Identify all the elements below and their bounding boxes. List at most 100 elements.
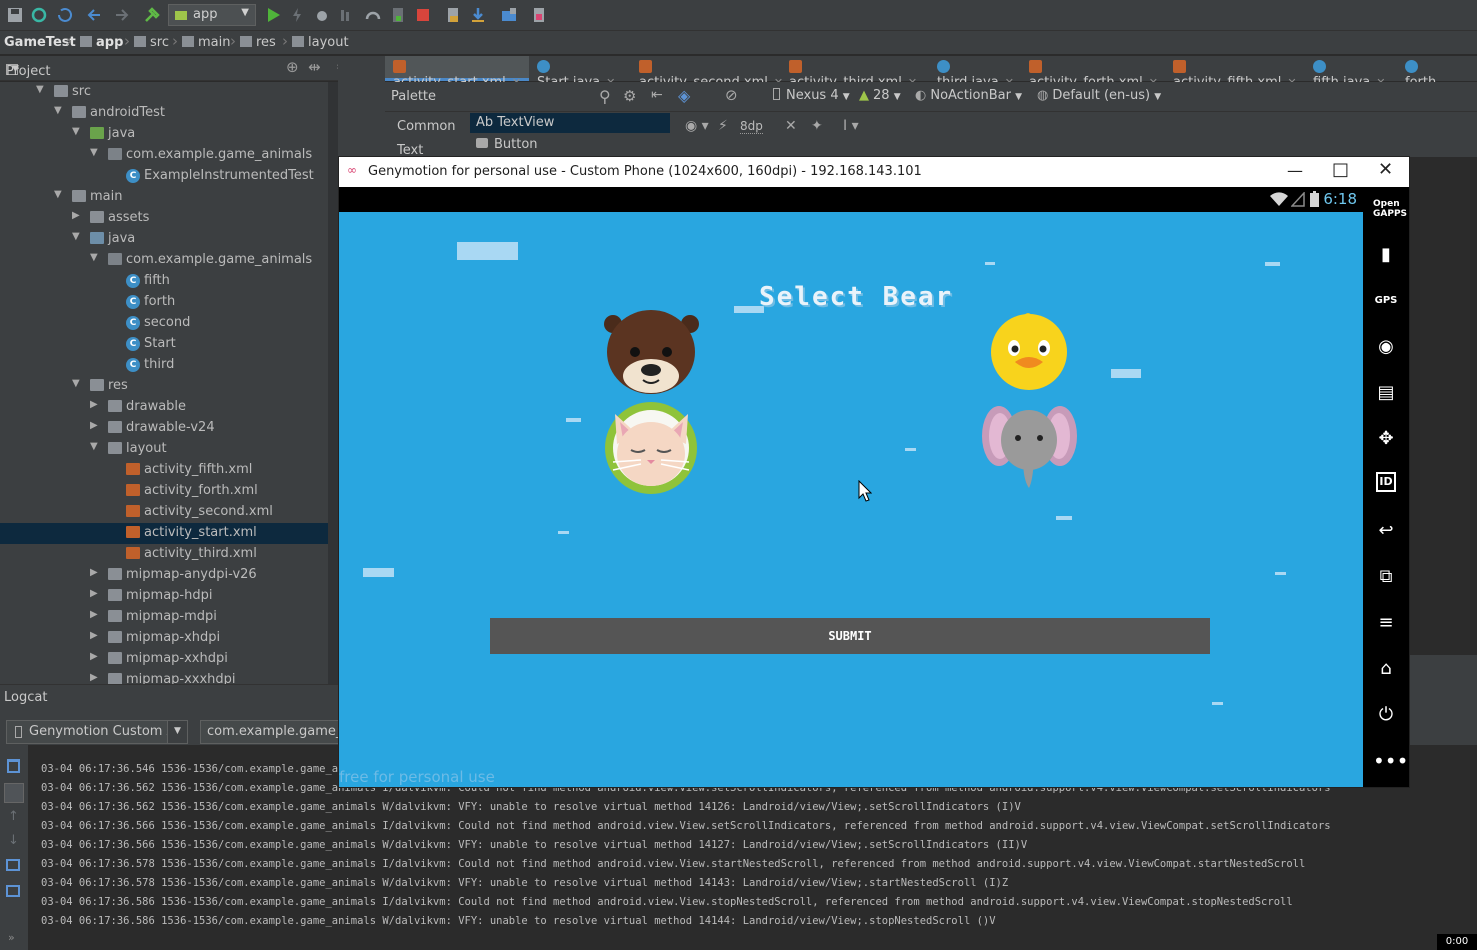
default-margin[interactable]: 8dp (740, 119, 763, 134)
maximize-icon[interactable]: □ (1332, 159, 1349, 180)
run-config-select[interactable]: app ▼ (168, 4, 256, 26)
battery-icon[interactable]: ▮ (1373, 242, 1399, 268)
expand-toggle-icon[interactable]: ▶ (90, 609, 98, 620)
expand-toggle-icon[interactable]: ▶ (90, 420, 98, 431)
build-hammer-icon[interactable] (143, 6, 161, 24)
debug-icon[interactable] (313, 6, 331, 24)
gear-icon[interactable]: ⚙ (623, 87, 636, 105)
expand-toggle-icon[interactable]: ▼ (90, 252, 98, 263)
api-level-select[interactable]: ▲ 28 ▼ (859, 88, 901, 103)
trash-icon[interactable] (7, 759, 20, 773)
back-icon[interactable]: ↩ (1373, 518, 1399, 544)
soft-wrap-icon[interactable] (4, 783, 24, 803)
tree-item[interactable]: Cfifth (0, 271, 328, 292)
duck-character[interactable] (988, 308, 1070, 390)
sdk-manager-icon[interactable] (469, 6, 487, 24)
attach-debugger-icon[interactable] (338, 6, 356, 24)
remote-control-move-icon[interactable]: ✥ (1373, 426, 1399, 452)
webcam-icon[interactable]: ◉ (1373, 334, 1399, 360)
logcat-device-select[interactable]: Genymotion Custom Ar ▼ (6, 720, 188, 744)
palette-category-text[interactable]: Text (397, 143, 423, 158)
expand-toggle-icon[interactable]: ▶ (90, 651, 98, 662)
breadcrumb-item-app[interactable]: app (80, 35, 123, 50)
expand-toggle-icon[interactable]: ▶ (90, 567, 98, 578)
attach-process-icon[interactable] (389, 6, 407, 24)
tree-item[interactable]: ▶ mipmap-xxhdpi (0, 649, 328, 670)
tree-item[interactable]: ▼ androidTest (0, 103, 328, 124)
expand-toggle-icon[interactable]: ▼ (90, 147, 98, 158)
menu-icon[interactable]: ≡ (1373, 610, 1399, 636)
expand-toggle-icon[interactable]: ▼ (54, 189, 62, 200)
expand-toggle-icon[interactable]: ▶ (72, 210, 80, 221)
tree-item[interactable]: Csecond (0, 313, 328, 334)
tree-item[interactable]: ▼ com.example.game_animals (0, 145, 328, 166)
tree-scrollbar[interactable] (328, 82, 338, 684)
capture-clapper-icon[interactable]: ▤ (1373, 380, 1399, 406)
guidelines-icon[interactable]: I ▾ (843, 118, 859, 134)
locate-file-icon[interactable]: ⊕ (286, 58, 299, 76)
orientation-icon[interactable]: ⊘ (725, 86, 738, 104)
tree-item[interactable]: activity_start.xml (0, 523, 328, 544)
editor-tab[interactable]: Start.java✕ (529, 56, 631, 90)
power-icon[interactable]: ⏻ (1373, 702, 1399, 728)
editor-tab[interactable]: activity_start.xml✕ (385, 56, 529, 90)
tree-item[interactable]: activity_second.xml (0, 502, 328, 523)
tree-item[interactable]: ▼ java (0, 124, 328, 145)
recent-apps-icon[interactable]: ⧉ (1373, 564, 1399, 590)
expand-toggle-icon[interactable]: ▼ (90, 441, 98, 452)
editor-tab[interactable]: third.java✕ (929, 56, 1021, 90)
stop-icon[interactable] (414, 6, 432, 24)
more-options-icon[interactable]: ••• (1373, 748, 1408, 774)
palette-item-textview[interactable]: Ab TextView (470, 113, 670, 133)
tree-item[interactable]: ▶ assets (0, 208, 328, 229)
editor-tab[interactable]: activity_second.xml✕ (631, 56, 783, 90)
refresh-icon[interactable] (56, 6, 74, 24)
expand-toggle-icon[interactable]: ▼ (54, 105, 62, 116)
breadcrumb-item-res[interactable]: res (240, 35, 276, 50)
scroll-down-icon[interactable]: ↓ (8, 833, 19, 848)
editor-tab[interactable]: fifth.java✕ (1305, 56, 1397, 90)
infer-constraints-icon[interactable]: ✦ (811, 118, 823, 134)
tree-item[interactable]: ▶ drawable (0, 397, 328, 418)
apply-changes-icon[interactable] (288, 6, 306, 24)
expand-toggle-icon[interactable]: ▶ (90, 588, 98, 599)
profile-icon[interactable] (364, 6, 382, 24)
device-id-icon[interactable]: ID (1376, 472, 1396, 492)
expand-toggle-icon[interactable]: ▼ (72, 126, 80, 137)
tree-item[interactable]: C Start (0, 334, 328, 355)
save-all-icon[interactable] (6, 6, 24, 24)
breadcrumb-item-src[interactable]: src (134, 35, 169, 50)
editor-tab[interactable]: forth. (1397, 56, 1457, 90)
genymotion-icon[interactable] (530, 6, 548, 24)
tree-item[interactable]: ▶ mipmap-anydpi-v26 (0, 565, 328, 586)
hide-palette-icon[interactable]: ⇤ (651, 87, 663, 103)
tree-item[interactable]: ▶ mipmap-mdpi (0, 607, 328, 628)
run-icon[interactable] (264, 6, 282, 24)
tree-item[interactable]: ▼ java (0, 229, 328, 250)
expand-toggle-icon[interactable]: ▶ (90, 672, 98, 683)
device-select[interactable]: Nexus 4 ▼ (773, 88, 850, 103)
undo-icon[interactable] (86, 6, 104, 24)
opengapps-icon[interactable]: Open GAPPS (1373, 199, 1407, 225)
design-surface-icon[interactable]: ◈ (678, 86, 690, 105)
clear-constraints-icon[interactable]: ✕ (785, 118, 797, 134)
search-icon[interactable]: ⚲ (599, 87, 611, 106)
eye-icon[interactable]: ◉ ▾ (685, 118, 709, 134)
submit-button[interactable]: SUBMIT (490, 618, 1210, 654)
editor-tab[interactable]: activity_third.xml✕ (781, 56, 929, 90)
expand-toggle-icon[interactable]: ▶ (90, 399, 98, 410)
expand-toggle-icon[interactable]: ▼ (72, 231, 80, 242)
expand-toggle-icon[interactable]: ▼ (72, 378, 80, 389)
tree-item[interactable]: Cforth (0, 292, 328, 313)
more-chevron-icon[interactable]: » (8, 931, 15, 944)
scroll-up-icon[interactable]: ↑ (8, 809, 19, 824)
sync-icon[interactable] (30, 6, 48, 24)
tree-item[interactable]: ▼ com.example.game_animals (0, 250, 328, 271)
bear-character[interactable] (603, 308, 700, 394)
locale-select[interactable]: ◍ Default (en-us) ▼ (1037, 88, 1161, 103)
cat-character[interactable] (603, 400, 700, 497)
avd-manager-icon[interactable] (444, 6, 462, 24)
tree-item[interactable]: ▶ mipmap-hdpi (0, 586, 328, 607)
expand-toggle-icon[interactable]: ▶ (90, 630, 98, 641)
close-icon[interactable]: ✕ (1378, 159, 1393, 180)
